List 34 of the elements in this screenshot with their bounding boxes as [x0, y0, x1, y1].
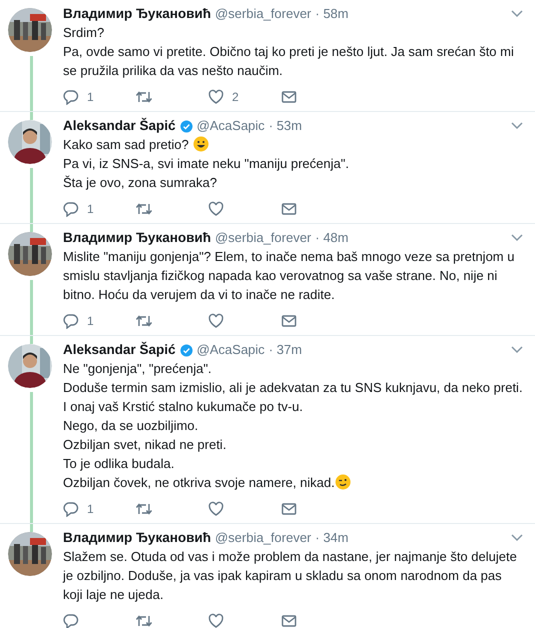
author-handle[interactable]: @serbia_forever — [214, 528, 312, 548]
tweet-text: Kako sam sad pretio? — [63, 137, 189, 152]
author-handle[interactable]: @serbia_forever — [214, 228, 312, 248]
author-name[interactable]: Владимир Ђукановић — [63, 228, 211, 248]
tweet-text: Doduše termin sam izmislio, ali je adekvatan za tu SNS kuknjavu, da neko preti. — [63, 380, 523, 395]
timestamp[interactable]: · 37m — [268, 340, 302, 360]
tweet-text: Srdim? — [63, 25, 104, 40]
author-name[interactable]: Владимир Ђукановић — [63, 528, 211, 548]
action-count: 1 — [87, 501, 94, 518]
timestamp[interactable]: · 48m — [315, 228, 348, 248]
tweet-text: Mislite "maniju gonjenja"? Elem, to inače nema baš mnogo veze sa pretnjom u smislu stavljanja fizičkog napada kao verovatnog sa vaše strane. No, nije ni bitno. Hoću da verujem da vi to inače ne radite. — [63, 249, 514, 302]
tweet-text: Ne "gonjenja", "prećenja". — [63, 361, 212, 376]
tweet-text: To je odlika budala. — [63, 456, 174, 471]
tweet-text: Ozbiljan svet, nikad ne preti. — [63, 437, 226, 452]
tweet-text: I onaj vaš Krstić stalno kukumače po tv-u. — [63, 399, 303, 414]
author-name[interactable]: Aleksandar Šapić — [63, 116, 176, 136]
tweet-text: Slažem se. Otuda od vas i može problem da nastane, jer najmanje što delujete je ozbiljno. Doduše, ja vas ipak kapiram u skladu sa onom narodnom da pas koji laje ne ujeda. — [63, 549, 517, 602]
tweet-text: Nego, da se uozbiljimo. — [63, 418, 198, 433]
author-name[interactable]: Владимир Ђукановић — [63, 4, 211, 24]
tweet-text: Pa vi, iz SNS-a, svi imate neku "maniju prećenja". — [63, 156, 349, 171]
timestamp[interactable]: · 34m — [315, 528, 348, 548]
author-handle[interactable]: @serbia_forever — [214, 4, 312, 24]
action-count: 1 — [87, 313, 94, 330]
tweet-text: Pa, ovde samo vi pretite. Obično taj ko preti je nešto ljut. Ja sam srećan što mi se pružila prilika da vas nešto naučim. — [63, 44, 514, 78]
timestamp[interactable]: · 53m — [268, 116, 302, 136]
action-count: 2 — [232, 89, 239, 106]
author-handle[interactable]: @AcaSapic — [196, 340, 265, 360]
tweet-text: Šta je ovo, zona sumraka? — [63, 175, 217, 190]
author-handle[interactable]: @AcaSapic — [196, 116, 265, 136]
action-count: 1 — [87, 89, 94, 106]
timestamp[interactable]: · 58m — [315, 4, 348, 24]
author-name[interactable]: Aleksandar Šapić — [63, 340, 176, 360]
action-count: 1 — [87, 201, 94, 218]
tweet-text: Ozbiljan čovek, ne otkriva svoje namere, nikad. — [63, 475, 335, 490]
